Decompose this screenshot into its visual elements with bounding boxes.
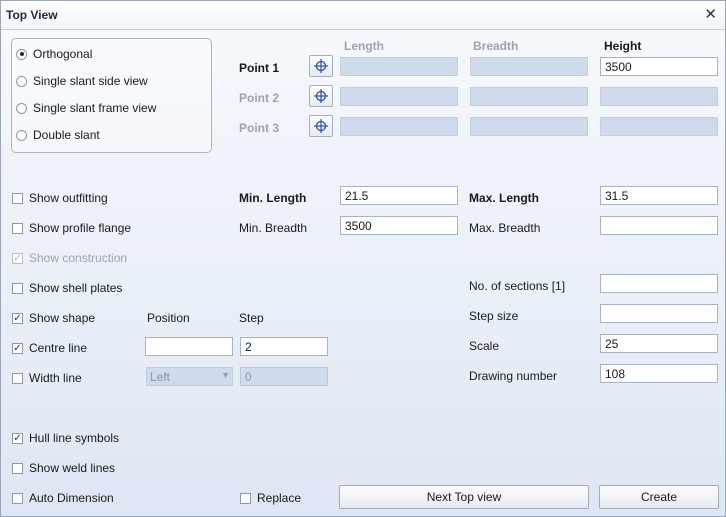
chevron-down-icon: ▼ [221,370,230,380]
checkbox-box[interactable] [12,492,23,504]
width-line-position-select[interactable]: Left ▼ [146,367,233,386]
next-top-view-button[interactable]: Next Top view [339,485,589,509]
checkbox-label: Show weld lines [29,461,116,475]
checkbox-label: Show profile flange [29,221,132,235]
centre-line-step-field[interactable]: 2 [240,337,328,356]
show-shape-checkbox[interactable]: ✓ Show shape [12,311,95,325]
drawing-number-field[interactable]: 108 [600,364,718,383]
checkbox-label: Centre line [29,341,88,355]
pick-point-2-button[interactable] [309,85,333,107]
max-length-label: Max. Length [469,191,540,205]
auto-dimension-checkbox[interactable]: Auto Dimension [12,491,114,505]
show-construction-checkbox[interactable]: ✓ Show construction [12,251,127,265]
point-1-label: Point 1 [239,61,280,75]
radio-label: Double slant [33,128,100,142]
step-size-field[interactable] [600,304,718,323]
checkbox-label: Auto Dimension [29,491,114,505]
radio-label: Single slant side view [33,74,148,88]
point-2-length-field[interactable] [340,87,458,106]
min-length-label: Min. Length [239,191,307,205]
position-header: Position [147,311,190,325]
radio-dot-selected[interactable] [16,48,27,60]
point-3-length-field[interactable] [340,117,458,136]
crosshair-icon [314,59,328,73]
radio-double-slant[interactable]: Double slant [16,128,100,142]
min-length-field[interactable]: 21.5 [340,186,458,205]
crosshair-icon [314,119,328,133]
drawing-number-label: Drawing number [469,369,558,383]
min-breadth-label: Min. Breadth [239,221,308,235]
max-breadth-label: Max. Breadth [469,221,541,235]
checkbox-box-checked[interactable]: ✓ [12,252,23,264]
point-3-height-field[interactable] [600,117,718,136]
width-line-step-field[interactable]: 0 [240,367,328,386]
checkbox-box[interactable] [12,282,23,294]
checkbox-box[interactable] [12,462,23,474]
radio-label: Orthogonal [33,47,93,61]
point-2-height-field[interactable] [600,87,718,106]
point-1-length-field[interactable] [340,57,458,76]
checkbox-label: Show outfitting [29,191,108,205]
point-3-label: Point 3 [239,121,280,135]
checkbox-box[interactable] [12,372,23,384]
header-length: Length [344,39,384,53]
point-2-breadth-field[interactable] [470,87,588,106]
pick-point-1-button[interactable] [309,55,333,77]
radio-single-slant-frame[interactable]: Single slant frame view [16,101,156,115]
centre-line-position-field[interactable] [145,337,233,356]
checkbox-box[interactable] [240,492,251,504]
max-breadth-field[interactable] [600,216,718,235]
radio-dot[interactable] [16,129,27,141]
step-size-label: Step size [469,309,519,323]
radio-dot[interactable] [16,102,27,114]
checkbox-box-checked[interactable]: ✓ [12,342,23,354]
centre-line-checkbox[interactable]: ✓ Centre line [12,341,87,355]
checkbox-box[interactable] [12,222,23,234]
point-1-height-field[interactable]: 3500 [600,57,718,76]
create-button[interactable]: Create [599,485,719,509]
max-length-field[interactable]: 31.5 [600,186,718,205]
show-weld-lines-checkbox[interactable]: Show weld lines [12,461,115,475]
show-shell-plates-checkbox[interactable]: Show shell plates [12,281,122,295]
crosshair-icon [314,89,328,103]
checkbox-box[interactable] [12,192,23,204]
header-breadth: Breadth [473,39,519,53]
checkbox-box-checked[interactable]: ✓ [12,432,23,444]
point-2-label: Point 2 [239,91,280,105]
min-breadth-field[interactable]: 3500 [340,216,458,235]
checkbox-label: Show shape [29,311,96,325]
point-3-breadth-field[interactable] [470,117,588,136]
width-line-checkbox[interactable]: Width line [12,371,82,385]
select-value: Left [150,370,171,384]
top-view-dialog: Top View ✕ Orthogonal Single slant side … [0,0,726,517]
step-header: Step [239,311,264,325]
show-profile-flange-checkbox[interactable]: Show profile flange [12,221,131,235]
show-outfitting-checkbox[interactable]: Show outfitting [12,191,108,205]
checkbox-label: Replace [257,491,302,505]
window-title: Top View [6,8,58,22]
no-sections-field[interactable] [600,274,718,293]
pick-point-3-button[interactable] [309,115,333,137]
checkbox-label: Width line [29,371,82,385]
title-bar: Top View ✕ [1,1,725,30]
checkbox-label: Show construction [29,251,128,265]
view-mode-group: Orthogonal Single slant side view Single… [11,38,212,153]
radio-label: Single slant frame view [33,101,157,115]
header-height: Height [604,39,642,53]
no-sections-label: No. of sections [1] [469,279,566,293]
checkbox-label: Show shell plates [29,281,123,295]
scale-field[interactable]: 25 [600,334,718,353]
checkbox-label: Hull line symbols [29,431,120,445]
radio-orthogonal[interactable]: Orthogonal [16,47,92,61]
checkbox-box-checked[interactable]: ✓ [12,312,23,324]
scale-label: Scale [469,339,500,353]
point-1-breadth-field[interactable] [470,57,588,76]
radio-dot[interactable] [16,75,27,87]
close-icon[interactable]: ✕ [704,5,717,23]
replace-checkbox[interactable]: Replace [240,491,301,505]
radio-single-slant-side[interactable]: Single slant side view [16,74,148,88]
hull-line-symbols-checkbox[interactable]: ✓ Hull line symbols [12,431,119,445]
